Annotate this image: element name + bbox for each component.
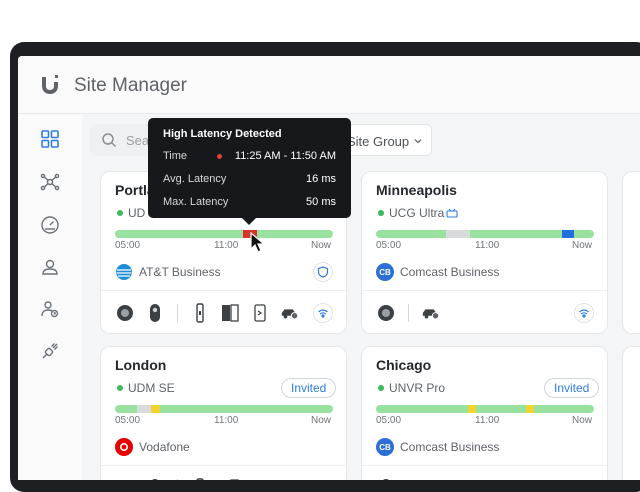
camera-dome-icon[interactable] <box>115 303 135 323</box>
switch-panel-icon[interactable] <box>220 303 240 323</box>
offline-segment[interactable] <box>446 230 470 238</box>
tooltip-avg-value: 16 ms <box>306 173 336 185</box>
card-divider <box>101 465 346 466</box>
uptime-bar[interactable] <box>376 405 594 413</box>
comcast-logo-icon: CB <box>376 438 394 456</box>
uptime-bar[interactable] <box>115 405 333 413</box>
site-card-partial[interactable] <box>622 346 640 480</box>
invited-badge: Invited <box>281 378 337 398</box>
gateway-model: UD <box>128 206 146 220</box>
tick-mid: 11:00 <box>475 240 500 251</box>
ubiquiti-logo-icon <box>42 75 58 94</box>
wifi-signal-icon[interactable] <box>313 303 333 323</box>
status-online-dot <box>117 385 123 391</box>
tooltip-time-label: Time <box>163 150 188 162</box>
tooltip-time-value: 11:25 AM - 11:50 AM <box>234 150 336 162</box>
warning-segment[interactable] <box>526 405 534 413</box>
dashboard-grid-icon[interactable] <box>39 128 61 150</box>
tick-start: 05:00 <box>115 240 141 251</box>
site-card-london[interactable]: London UDM SE Invited 05:00 11:00 Now Vo… <box>100 346 347 480</box>
users-icon[interactable] <box>39 298 61 320</box>
integrations-icon[interactable] <box>39 340 61 362</box>
sidebar <box>18 114 82 480</box>
tooltip-title: High Latency Detected <box>163 128 282 140</box>
tick-start: 05:00 <box>376 415 402 426</box>
tick-now: Now <box>572 415 593 426</box>
speedometer-icon[interactable] <box>39 214 61 236</box>
site-card-partial[interactable] <box>622 171 640 334</box>
icon-separator <box>408 304 409 322</box>
warning-segment[interactable] <box>151 405 160 413</box>
device-icons <box>115 302 300 324</box>
latency-tooltip: High Latency Detected Time 11:25 AM - 11… <box>148 118 351 225</box>
gateway-model: UNVR Pro <box>389 381 446 395</box>
card-divider <box>362 290 607 291</box>
invited-badge: Invited <box>544 378 600 398</box>
tooltip-max-label: Max. Latency <box>163 196 229 208</box>
device-icons <box>376 302 441 324</box>
wifi-signal-icon[interactable] <box>574 303 594 323</box>
door-hub-icon[interactable] <box>250 303 270 323</box>
search-icon <box>102 133 117 148</box>
icon-separator <box>177 304 178 322</box>
top-bar: Site Manager <box>18 56 640 114</box>
app-window: Site Manager Search Site Group Portla UD… <box>18 56 640 480</box>
offline-segment[interactable] <box>137 405 151 413</box>
critical-dot <box>217 154 222 159</box>
status-online-dot <box>378 385 384 391</box>
tooltip-avg-label: Avg. Latency <box>163 173 227 185</box>
site-name: Chicago <box>376 357 432 373</box>
site-name: Minneapolis <box>376 182 457 198</box>
uptime-bar[interactable] <box>376 230 594 238</box>
status-online-dot <box>117 210 123 216</box>
tick-start: 05:00 <box>115 415 141 426</box>
tick-mid: 11:00 <box>475 415 500 426</box>
site-group-label: Site Group <box>347 134 410 149</box>
chevron-down-icon <box>414 139 422 144</box>
topology-icon[interactable] <box>39 171 61 193</box>
tooltip-max-value: 50 ms <box>306 196 336 208</box>
gateway-icon <box>446 208 458 218</box>
tick-start: 05:00 <box>376 240 402 251</box>
site-card-chicago[interactable]: Chicago UNVR Pro Invited 05:00 11:00 Now… <box>361 346 608 480</box>
vehicle-gateway-icon[interactable] <box>280 303 300 323</box>
support-icon[interactable] <box>39 256 61 278</box>
tick-mid: 11:00 <box>214 415 239 426</box>
camera-dome-icon[interactable] <box>376 303 396 323</box>
camera-bullet-icon[interactable] <box>145 303 165 323</box>
att-logo-icon <box>115 263 133 281</box>
site-name: London <box>115 357 167 373</box>
tick-now: Now <box>311 240 332 251</box>
site-card-minneapolis[interactable]: Minneapolis UCG Ultra 05:00 11:00 Now CB… <box>361 171 608 334</box>
status-online-dot <box>378 210 384 216</box>
shield-icon[interactable] <box>313 262 333 282</box>
tick-now: Now <box>311 415 332 426</box>
info-segment[interactable] <box>562 230 574 238</box>
comcast-logo-icon: CB <box>376 263 394 281</box>
isp-name: Comcast Business <box>400 265 500 279</box>
isp-name: Comcast Business <box>400 440 500 454</box>
gateway-model: UCG Ultra <box>389 206 445 220</box>
vehicle-gateway-icon[interactable] <box>421 303 441 323</box>
tooltip-caret <box>242 218 256 225</box>
warning-segment[interactable] <box>468 405 476 413</box>
vodafone-logo-icon <box>115 438 133 456</box>
uptime-bar[interactable] <box>115 230 333 238</box>
card-divider <box>101 290 346 291</box>
tick-mid: 11:00 <box>214 240 239 251</box>
tick-now: Now <box>572 240 593 251</box>
card-divider <box>362 465 607 466</box>
isp-name: Vodafone <box>139 440 190 454</box>
mouse-cursor-icon <box>250 232 266 253</box>
isp-name: AT&T Business <box>139 265 221 279</box>
gateway-model: UDM SE <box>128 381 175 395</box>
app-title: Site Manager <box>74 75 188 96</box>
access-point-icon[interactable] <box>190 303 210 323</box>
